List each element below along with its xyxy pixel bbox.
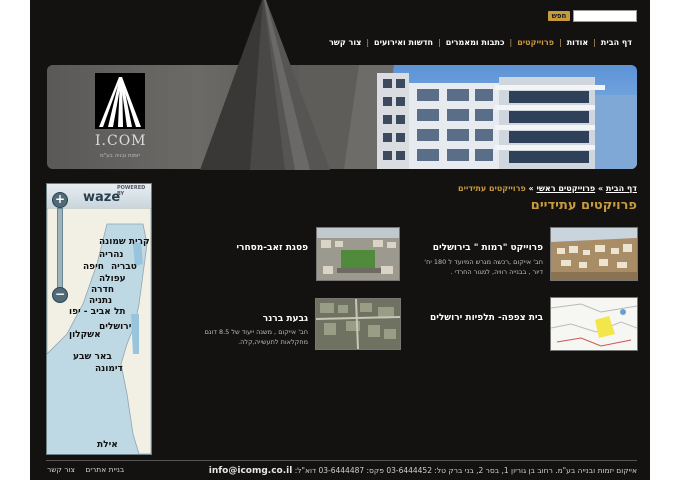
city-label[interactable]: חיפה <box>83 262 104 272</box>
footer-web-design-link[interactable]: בניית אתרים <box>85 465 124 474</box>
logo-mark <box>95 73 145 129</box>
building-photo <box>299 65 637 169</box>
city-label[interactable]: אילת <box>97 440 118 450</box>
waze-powered-by: POWERED BY <box>117 185 146 197</box>
footer-divider <box>46 460 637 461</box>
search-input[interactable] <box>573 10 637 22</box>
city-label[interactable]: נהריה <box>99 250 124 260</box>
waze-map[interactable]: POWERED BY waze + − קרית שמונה נהריה טבר… <box>46 183 152 455</box>
project-givat-brenner-description: חב' אייקום , משנה ייעוד של 8.5 דונם מחקל… <box>204 328 308 346</box>
footer-contact-link[interactable]: צור קשר <box>47 465 75 474</box>
project-givat-brenner-aerial <box>316 299 400 349</box>
logo-fan-icon <box>99 77 141 127</box>
breadcrumb-separator: » <box>528 184 534 193</box>
city-label[interactable]: עפולה <box>99 274 126 284</box>
nav-separator: | <box>366 38 370 47</box>
company-logo[interactable]: I.COM יזמות ובניה בע"מ <box>95 73 147 165</box>
footer-company: אייקום יזמות ובנייה בע"מ. רחוב בן גוריון… <box>448 466 637 475</box>
nav-item-home[interactable]: דף הבית <box>601 38 632 47</box>
breadcrumb-separator: » <box>597 184 604 193</box>
project-pisgat-zeev-image[interactable] <box>316 227 400 281</box>
search-button[interactable]: חפש <box>548 11 570 21</box>
city-label[interactable]: דימונה <box>95 364 123 374</box>
page: חפש דף הבית | אודות | פרוייקטים | כתבות ומאמרי… <box>30 0 650 480</box>
nav-separator: | <box>438 38 441 47</box>
project-pisgat-zeev-photo <box>317 228 399 280</box>
breadcrumb-parent[interactable]: פרוייקטים ראשי <box>537 184 596 193</box>
project-beit-safafa-title[interactable]: בית צפפה- תלפיות ירושלים <box>408 313 543 323</box>
project-ramot-image[interactable] <box>550 227 638 281</box>
header-banner: I.COM יזמות ובניה בע"מ <box>47 65 637 169</box>
page-title: פרויקטים עתידיים <box>530 198 637 213</box>
footer-email-link[interactable]: info@icomg.co.il <box>209 466 293 476</box>
nav-item-articles[interactable]: כתבות ומאמרים <box>446 38 505 47</box>
nav-item-projects[interactable]: פרוייקטים <box>517 38 554 47</box>
zoom-in-button[interactable]: + <box>52 192 68 208</box>
waze-logo: waze <box>83 190 121 205</box>
city-label[interactable]: קרית שמונה <box>99 237 150 247</box>
footer-fax: פקס: 03-6444487 <box>318 466 384 475</box>
footer-links: בניית אתרים צור קשר <box>47 465 124 474</box>
project-ramot-title[interactable]: פרוייקט "רמות " בירושלים <box>410 243 543 253</box>
city-label[interactable]: ירושלים <box>99 322 131 332</box>
zoom-out-button[interactable]: − <box>52 287 68 303</box>
breadcrumb-home[interactable]: דף הבית <box>606 184 637 193</box>
city-label[interactable]: אשקלון <box>69 330 101 340</box>
footer-contact-info: אייקום יזמות ובנייה בע"מ. רחוב בן גוריון… <box>190 466 637 476</box>
footer-phone: טל: 03-6444452 <box>386 466 447 475</box>
nav-item-news[interactable]: חדשות ואירועים <box>374 38 433 47</box>
city-label[interactable]: באר שבע <box>73 352 112 362</box>
city-label[interactable]: תל אביב - יפו <box>69 307 126 317</box>
nav-separator: | <box>509 38 513 47</box>
city-label[interactable]: חדרה <box>91 285 114 295</box>
top-bar: חפש דף הבית | אודות | פרוייקטים | כתבות ומאמרי… <box>30 0 650 62</box>
project-givat-brenner-title[interactable]: גבעת ברנר <box>180 314 308 324</box>
main-nav: דף הבית | אודות | פרוייקטים | כתבות ומאמרים | חד… <box>298 38 632 52</box>
decorative-spikes <box>200 0 330 170</box>
city-label[interactable]: נתניה <box>89 296 112 306</box>
breadcrumb: דף הבית » פרוייקטים ראשי » פרוייקטים עתי… <box>370 184 637 193</box>
project-pisgat-zeev-title[interactable]: פסגת זאב-מסחרי <box>180 243 308 253</box>
breadcrumb-current: פרוייקטים עתידיים <box>458 184 526 193</box>
logo-text: I.COM <box>95 133 147 149</box>
footer-email-label: דוא"ל: <box>294 466 317 475</box>
nav-separator: | <box>593 38 596 47</box>
project-beit-safafa-plan <box>551 298 637 350</box>
project-beit-safafa-image[interactable] <box>550 297 638 351</box>
project-givat-brenner-image[interactable] <box>315 298 401 350</box>
nav-item-about[interactable]: אודות <box>567 38 588 47</box>
city-label[interactable]: טבריה <box>111 262 137 272</box>
project-ramot-description: חב' אייקום ,רכשה מגרש המיועד ל 180 יח' ד… <box>424 258 543 276</box>
nav-separator: | <box>559 38 562 47</box>
zoom-slider[interactable] <box>57 208 63 294</box>
project-ramot-photo <box>551 228 637 280</box>
logo-subtext: יזמות ובניה בע"מ <box>99 153 141 159</box>
